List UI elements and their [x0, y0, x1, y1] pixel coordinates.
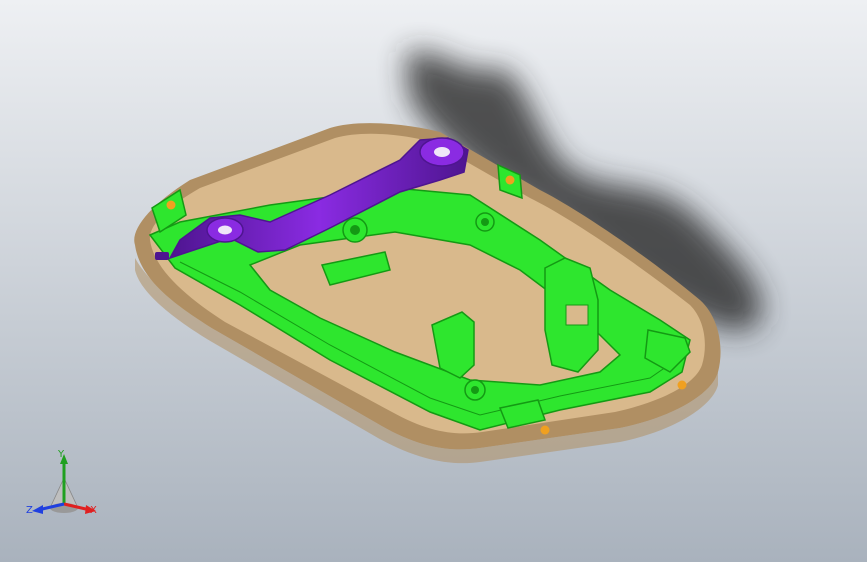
green-tower-window	[565, 304, 589, 326]
triad-y-label: Y	[58, 449, 65, 460]
mounting-pin-1[interactable]	[166, 200, 176, 210]
mounting-pin-2[interactable]	[505, 175, 515, 185]
triad-z-label: Z	[26, 505, 33, 516]
purple-pin-end[interactable]	[155, 252, 169, 260]
green-boss-bottom-hole	[471, 386, 479, 394]
green-boss-right-hole	[481, 218, 489, 226]
mounting-pin-3[interactable]	[677, 380, 687, 390]
mounting-pin-4[interactable]	[540, 425, 550, 435]
green-boss-top-hole	[350, 225, 360, 235]
model-view[interactable]	[0, 0, 867, 562]
cad-graphics-viewport[interactable]: Y Z X	[0, 0, 867, 562]
triad-x-label: X	[90, 505, 97, 516]
triad-z-arrowhead	[32, 505, 43, 514]
coordinate-triad[interactable]: Y Z X	[22, 446, 106, 526]
purple-pivot-left-hole	[218, 225, 232, 235]
purple-pivot-top-hole	[434, 147, 450, 157]
